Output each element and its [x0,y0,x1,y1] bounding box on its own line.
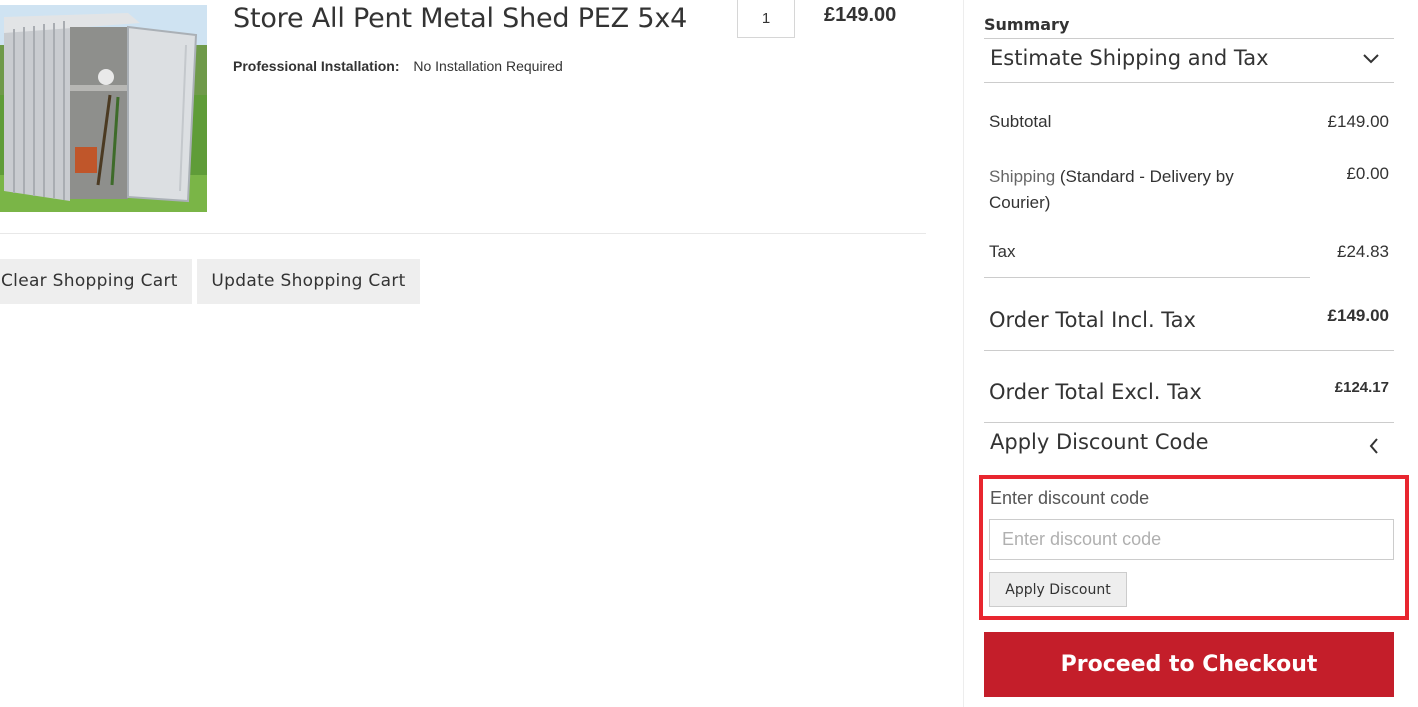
option-label: Professional Installation: [233,58,400,74]
discount-section-label: Apply Discount Code [990,430,1209,454]
grand-total-excl-value: £124.17 [1334,379,1389,396]
tax-divider [984,277,1310,278]
cart-divider [0,233,926,234]
product-image[interactable] [0,5,207,212]
estimate-shipping-toggle[interactable]: Estimate Shipping and Tax [984,38,1394,83]
proceed-to-checkout-button[interactable]: Proceed to Checkout [984,632,1394,697]
tax-row: Tax £24.83 [989,242,1394,262]
subtotal-row: Subtotal £149.00 [989,112,1394,132]
product-option: Professional Installation: No Installati… [233,58,563,74]
option-value: No Installation Required [413,58,563,74]
discount-field-label: Enter discount code [990,488,1150,508]
totals-divider [984,350,1394,351]
apply-discount-button[interactable]: Apply Discount [989,572,1127,607]
shipping-label: Shipping (Standard - Delivery by Courier… [989,164,1269,216]
summary-title: Summary [984,15,1070,34]
metal-shed-photo [0,5,207,212]
grand-total-incl-label: Order Total Incl. Tax [989,308,1196,332]
discount-code-input[interactable] [989,519,1394,560]
chevron-left-icon [1369,438,1378,454]
chevron-down-icon [1363,54,1379,64]
shipping-row: Shipping (Standard - Delivery by Courier… [989,164,1394,216]
subtotal-label: Subtotal [989,112,1052,131]
grand-total-excl-label: Order Total Excl. Tax [989,380,1202,404]
grand-total-incl-value: £149.00 [1327,306,1389,325]
item-price: £149.00 [824,4,897,26]
subtotal-value: £149.00 [1327,112,1389,131]
grand-total-incl-row: Order Total Incl. Tax £149.00 [989,306,1394,332]
quantity-input[interactable]: 1 [737,0,795,38]
tax-label: Tax [989,242,1016,261]
update-cart-button[interactable]: Update Shopping Cart [197,259,420,304]
tax-value: £24.83 [1337,242,1389,261]
shipping-value: £0.00 [1346,164,1389,183]
estimate-shipping-label: Estimate Shipping and Tax [990,46,1269,70]
product-name[interactable]: Store All Pent Metal Shed PEZ 5x4 [233,3,687,34]
grand-total-excl-row: Order Total Excl. Tax £124.17 [989,379,1394,404]
order-summary: Summary Estimate Shipping and Tax Subtot… [963,0,1418,707]
shipping-word: Shipping [989,167,1056,186]
discount-toggle[interactable]: Apply Discount Code [984,422,1394,467]
clear-cart-button[interactable]: Clear Shopping Cart [0,259,192,304]
